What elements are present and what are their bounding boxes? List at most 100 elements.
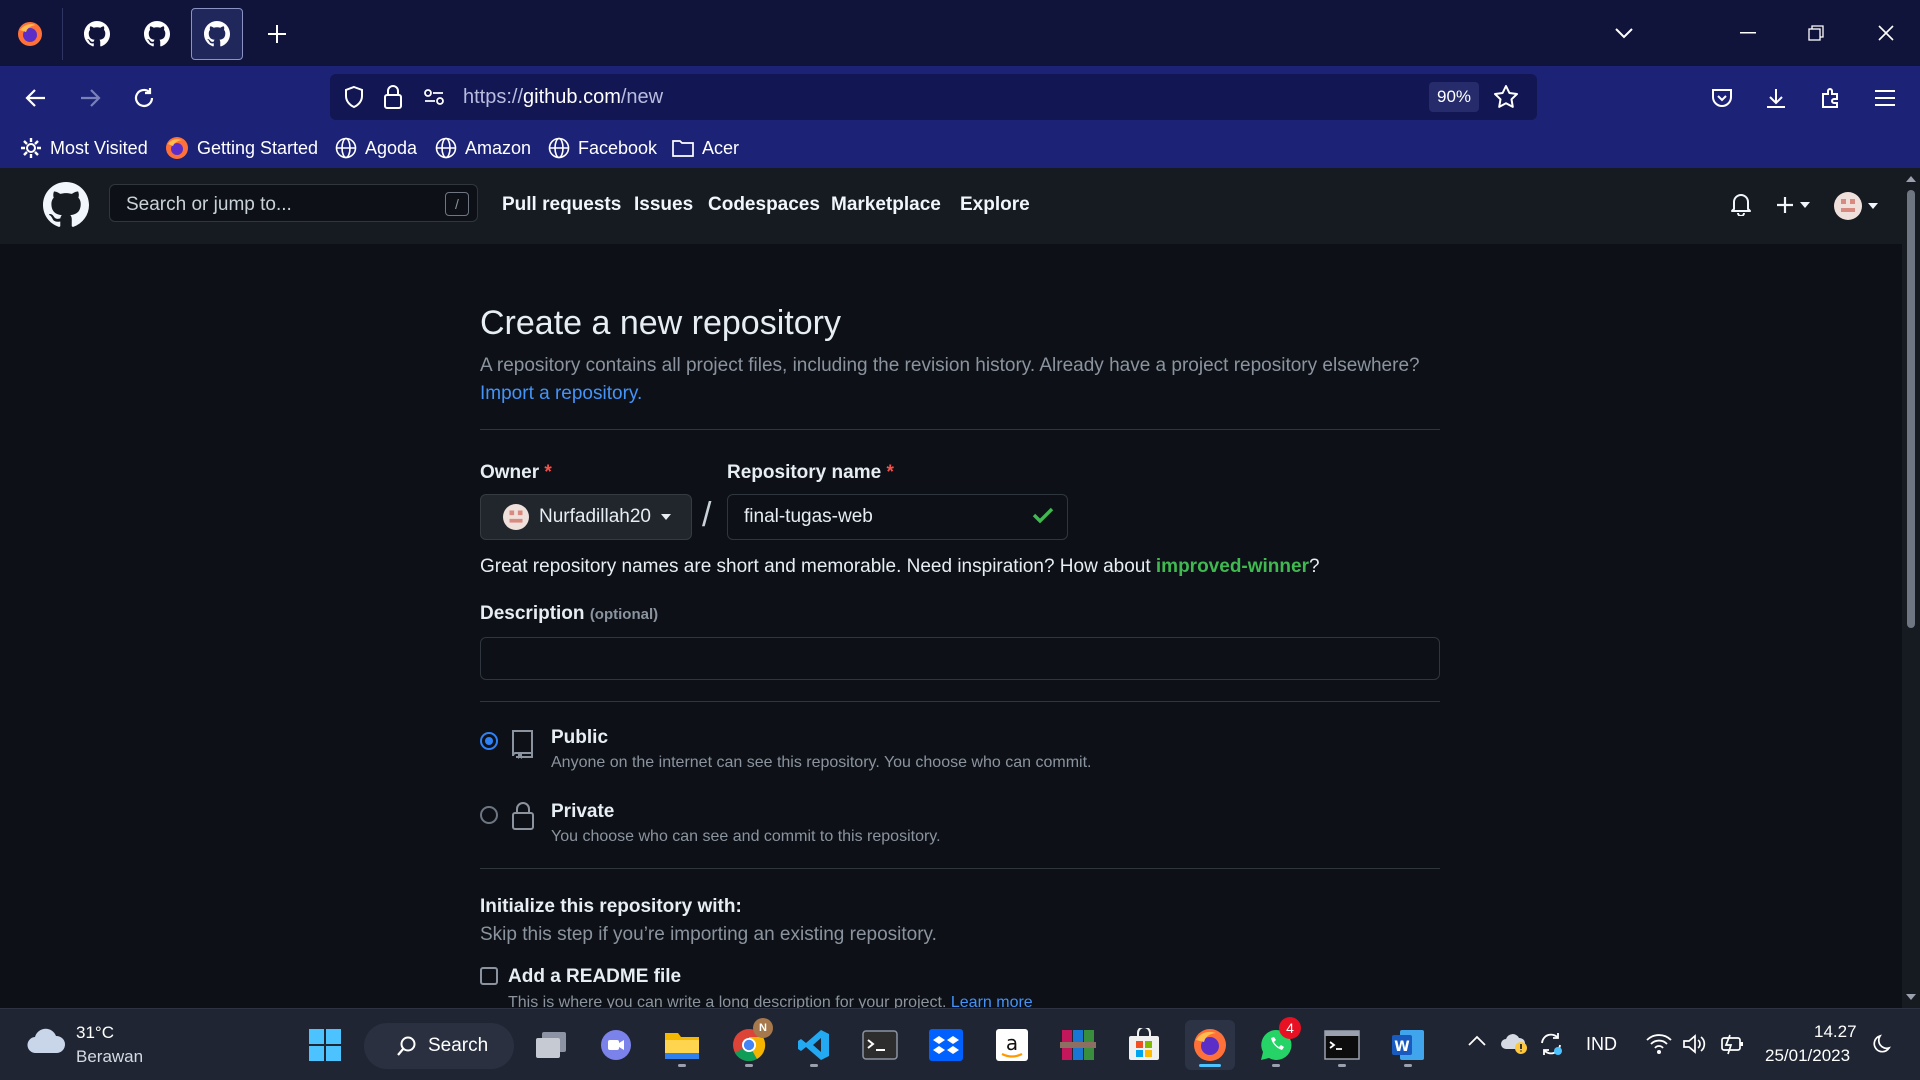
required-mark: * — [886, 462, 894, 483]
bookmark-star-icon[interactable] — [1493, 84, 1519, 110]
globe-icon — [435, 137, 457, 159]
url-scheme: https:// — [463, 86, 524, 108]
taskbar-vscode[interactable] — [789, 1020, 839, 1070]
readme-checkbox[interactable] — [480, 967, 498, 985]
github-search-input[interactable]: Search or jump to... / — [109, 184, 478, 222]
bookmark-folder-acer[interactable]: Acer — [672, 135, 739, 161]
restore-icon — [1808, 25, 1824, 41]
onedrive-warning-icon[interactable] — [1500, 1031, 1530, 1055]
permissions-icon[interactable] — [423, 87, 445, 107]
radio-private[interactable] — [480, 806, 498, 824]
owner-select[interactable]: Nurfadillah20 — [480, 494, 692, 540]
nav-issues[interactable]: Issues — [634, 194, 693, 216]
scroll-thumb[interactable] — [1907, 190, 1915, 628]
pocket-button[interactable] — [1702, 78, 1742, 118]
task-view-button[interactable] — [526, 1020, 576, 1070]
start-button[interactable] — [300, 1020, 350, 1070]
running-indicator — [745, 1064, 753, 1067]
bookmarks-toolbar: Most Visited Getting Started Agoda Amazo… — [0, 128, 1920, 168]
volume-icon[interactable] — [1682, 1033, 1708, 1055]
nav-pull-requests[interactable]: Pull requests — [502, 194, 621, 216]
windows-logo-icon — [309, 1029, 341, 1061]
radio-public[interactable] — [480, 732, 498, 750]
address-bar[interactable]: https://github.com/new 90% — [330, 74, 1537, 120]
weather-temperature: 31°C — [76, 1023, 114, 1042]
sync-icon[interactable] — [1538, 1031, 1564, 1057]
extensions-button[interactable] — [1811, 78, 1851, 118]
taskbar-winrar[interactable] — [1053, 1020, 1103, 1070]
show-hidden-icons-chevron-icon[interactable] — [1467, 1035, 1487, 1047]
new-tab-button[interactable] — [251, 8, 303, 60]
close-icon — [1878, 25, 1894, 41]
taskbar-microsoft-store[interactable] — [1119, 1020, 1169, 1070]
import-repository-link[interactable]: Import a repository. — [480, 383, 642, 404]
running-indicator — [1404, 1064, 1412, 1067]
learn-more-link[interactable]: Learn more — [951, 994, 1033, 1008]
taskbar-firefox[interactable] — [1185, 1020, 1235, 1070]
nav-explore[interactable]: Explore — [960, 194, 1030, 216]
taskbar-search[interactable]: Search — [364, 1023, 514, 1069]
battery-charging-icon[interactable] — [1718, 1033, 1746, 1055]
zoom-level-button[interactable]: 90% — [1429, 82, 1479, 112]
bookmark-most-visited[interactable]: Most Visited — [20, 135, 148, 161]
clock-date[interactable]: 25/01/2023 — [1765, 1046, 1850, 1066]
github-logo-icon[interactable] — [43, 182, 89, 228]
taskbar-cmd[interactable] — [1317, 1020, 1367, 1070]
clock-time[interactable]: 14.27 — [1814, 1022, 1857, 1042]
description-input[interactable] — [480, 637, 1440, 680]
hamburger-icon — [1875, 90, 1895, 106]
create-new-menu[interactable] — [1776, 196, 1810, 214]
readme-label[interactable]: Add a README file — [508, 966, 681, 988]
nav-codespaces[interactable]: Codespaces — [708, 194, 820, 216]
tab-github-active[interactable] — [191, 8, 243, 60]
taskbar-file-explorer[interactable] — [657, 1020, 707, 1070]
wifi-icon[interactable] — [1646, 1033, 1672, 1055]
list-tabs-button[interactable] — [1604, 14, 1644, 52]
plus-icon — [1777, 197, 1793, 213]
taskbar-amazon[interactable]: a — [987, 1020, 1037, 1070]
weather-widget[interactable] — [26, 1025, 66, 1057]
tracking-shield-icon[interactable] — [342, 85, 366, 109]
vscode-icon — [798, 1030, 829, 1060]
bookmark-facebook[interactable]: Facebook — [548, 135, 657, 161]
close-window-button[interactable] — [1866, 14, 1906, 52]
name-suggestion-link[interactable]: improved-winner — [1156, 556, 1309, 577]
minimize-button[interactable] — [1728, 14, 1768, 52]
firefox-icon — [1194, 1029, 1226, 1061]
tab-github-2[interactable] — [131, 8, 183, 60]
input-language[interactable]: IND — [1586, 1034, 1617, 1055]
caret-down-icon — [1868, 203, 1878, 209]
url-text[interactable]: https://github.com/new — [463, 86, 663, 109]
divider — [480, 701, 1440, 702]
reload-button[interactable] — [124, 78, 164, 118]
tab-github-1[interactable] — [71, 8, 123, 60]
taskbar-chrome[interactable]: N — [724, 1018, 774, 1070]
taskbar-dropbox[interactable] — [921, 1020, 971, 1070]
user-menu[interactable] — [1834, 192, 1878, 220]
back-button[interactable] — [16, 78, 56, 118]
taskbar-word[interactable]: W — [1383, 1020, 1433, 1070]
focus-moon-icon[interactable] — [1872, 1033, 1894, 1055]
cloud-icon — [27, 1028, 66, 1054]
bookmark-amazon[interactable]: Amazon — [435, 135, 531, 161]
page-scrollbar[interactable] — [1902, 168, 1920, 1008]
taskbar-teams-chat[interactable] — [591, 1020, 641, 1070]
nav-marketplace[interactable]: Marketplace — [831, 194, 941, 216]
store-icon — [1129, 1028, 1159, 1060]
forward-button[interactable] — [70, 78, 110, 118]
bookmark-agoda[interactable]: Agoda — [335, 135, 417, 161]
bookmark-getting-started[interactable]: Getting Started — [165, 135, 318, 161]
downloads-button[interactable] — [1756, 78, 1796, 118]
firefox-menu-icon[interactable] — [4, 8, 56, 60]
app-menu-button[interactable] — [1865, 78, 1905, 118]
taskbar-terminal[interactable] — [855, 1020, 905, 1070]
url-path: /new — [620, 86, 664, 108]
lock-icon[interactable] — [382, 84, 404, 110]
repository-name-input[interactable] — [727, 494, 1068, 540]
winrar-icon — [1060, 1030, 1096, 1060]
minimize-icon — [1740, 32, 1756, 34]
page-title: Create a new repository — [480, 304, 841, 342]
notifications-bell-icon[interactable] — [1730, 192, 1752, 216]
restore-button[interactable] — [1796, 14, 1836, 52]
taskbar-whatsapp[interactable]: 4 — [1251, 1017, 1301, 1070]
